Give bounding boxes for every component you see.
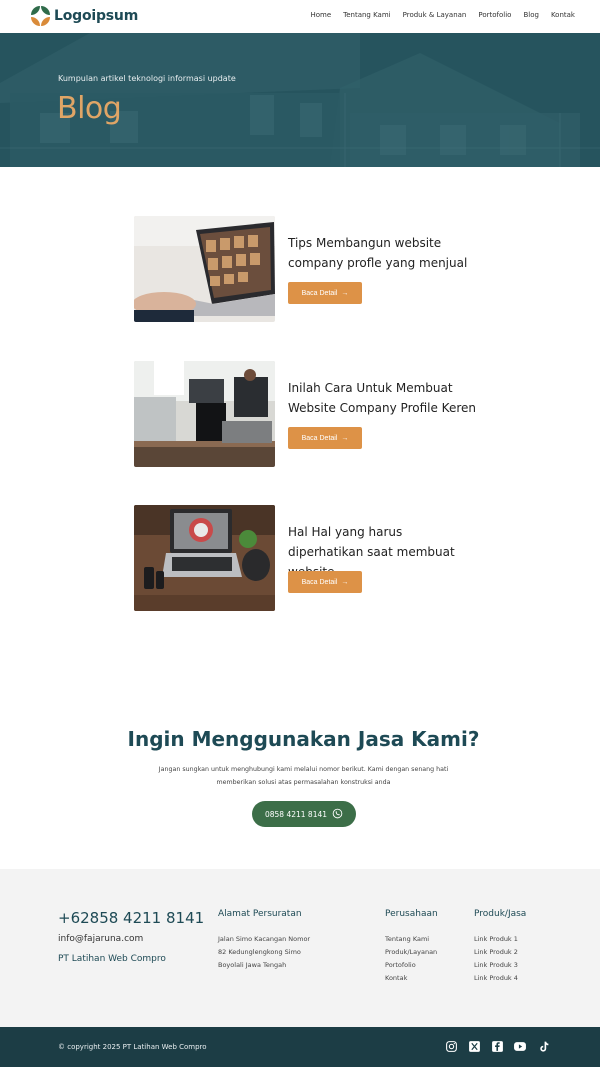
logo-text: Logoipsum [54, 8, 139, 24]
article-title[interactable]: Tips Membangun website company profle ya… [288, 233, 478, 273]
read-detail-button[interactable]: Baca Detail → [288, 571, 362, 593]
facebook-icon[interactable] [490, 1039, 504, 1053]
arrow-right-icon: → [341, 289, 349, 297]
article-thumbnail[interactable] [134, 216, 275, 322]
hero-subtitle: Kumpulan artikel teknologi informasi upd… [58, 74, 236, 83]
whatsapp-button[interactable]: 0858 4211 8141 [252, 801, 356, 827]
article-card: Inilah Cara Untuk Membuat Website Compan… [134, 361, 476, 467]
footer-link-kontak[interactable]: Kontak [385, 972, 438, 985]
footer-products-column: Produk/Jasa Link Produk 1 Link Produk 2 … [474, 909, 526, 985]
instagram-icon[interactable] [444, 1039, 458, 1053]
footer-link-produk-1[interactable]: Link Produk 1 [474, 933, 526, 946]
cta-title: Ingin Menggunakan Jasa Kami? [127, 727, 480, 751]
article-title[interactable]: Inilah Cara Untuk Membuat Website Compan… [288, 378, 478, 418]
social-links [444, 1039, 550, 1053]
footer-link-produk-2[interactable]: Link Produk 2 [474, 946, 526, 959]
nav-blog[interactable]: Blog [523, 11, 538, 19]
nav-tentang-kami[interactable]: Tentang Kami [343, 11, 391, 19]
cta-description: Jangan sungkan untuk menghubungi kami me… [158, 766, 449, 786]
nav-kontak[interactable]: Kontak [551, 11, 575, 19]
logo[interactable]: Logoipsum [31, 6, 138, 26]
footer-phone[interactable]: +62858 4211 8141 [58, 909, 204, 927]
article-thumbnail[interactable] [134, 361, 275, 467]
footer-company-column: Perusahaan Tentang Kami Produk/Layanan P… [385, 909, 438, 985]
address-line: Boyolali Jawa Tengah [218, 961, 287, 969]
tiktok-icon[interactable] [536, 1039, 550, 1053]
address-line: 82 Kedunglengkong Simo [218, 948, 301, 956]
hero-banner: Kumpulan artikel teknologi informasi upd… [0, 33, 600, 167]
footer-link-tentang-kami[interactable]: Tentang Kami [385, 933, 438, 946]
x-icon[interactable] [467, 1039, 481, 1053]
footer-products-heading: Produk/Jasa [474, 909, 527, 919]
footer-address-heading: Alamat Persuratan [218, 909, 302, 919]
button-label: Baca Detail [301, 289, 338, 297]
article-thumbnail[interactable] [134, 505, 275, 611]
youtube-icon[interactable] [513, 1039, 527, 1053]
footer-email[interactable]: info@fajaruna.com [58, 934, 143, 944]
logo-icon [31, 6, 50, 26]
footer-link-produk-layanan[interactable]: Produk/Layanan [385, 946, 438, 959]
footer-link-produk-3[interactable]: Link Produk 3 [474, 959, 526, 972]
site-header: Logoipsum Home Tentang Kami Produk & Lay… [0, 0, 600, 33]
footer-company-name: PT Latihan Web Compro [58, 954, 166, 964]
button-label: Baca Detail [301, 434, 338, 442]
arrow-right-icon: → [341, 434, 349, 442]
read-detail-button[interactable]: Baca Detail → [288, 282, 362, 304]
read-detail-button[interactable]: Baca Detail → [288, 427, 362, 449]
nav-home[interactable]: Home [310, 11, 331, 19]
nav-portofolio[interactable]: Portofolio [478, 11, 511, 19]
footer-address-column: Alamat Persuratan Jalan Simo Kacangan No… [218, 909, 310, 972]
page-title: Blog [57, 91, 122, 126]
article-card: Hal Hal yang harus diperhatikan saat mem… [134, 505, 474, 611]
bottom-bar: © copyright 2025 PT Latihan Web Compro [0, 1027, 600, 1067]
arrow-right-icon: → [341, 578, 349, 586]
address-line: Jalan Simo Kacangan Nomor [218, 935, 311, 943]
cta-button-label: 0858 4211 8141 [264, 809, 328, 819]
footer-company-heading: Perusahaan [385, 909, 438, 919]
nav-produk-layanan[interactable]: Produk & Layanan [403, 11, 467, 19]
main-nav: Home Tentang Kami Produk & Layanan Porto… [310, 11, 575, 19]
footer-link-produk-4[interactable]: Link Produk 4 [474, 972, 526, 985]
button-label: Baca Detail [301, 578, 338, 586]
footer-link-portofolio[interactable]: Portofolio [385, 959, 438, 972]
copyright-text: © copyright 2025 PT Latihan Web Compro [58, 1043, 207, 1051]
whatsapp-icon [332, 808, 343, 821]
site-footer: +62858 4211 8141 info@fajaruna.com PT La… [0, 869, 600, 1027]
article-card: Tips Membangun website company profle ya… [134, 216, 474, 322]
